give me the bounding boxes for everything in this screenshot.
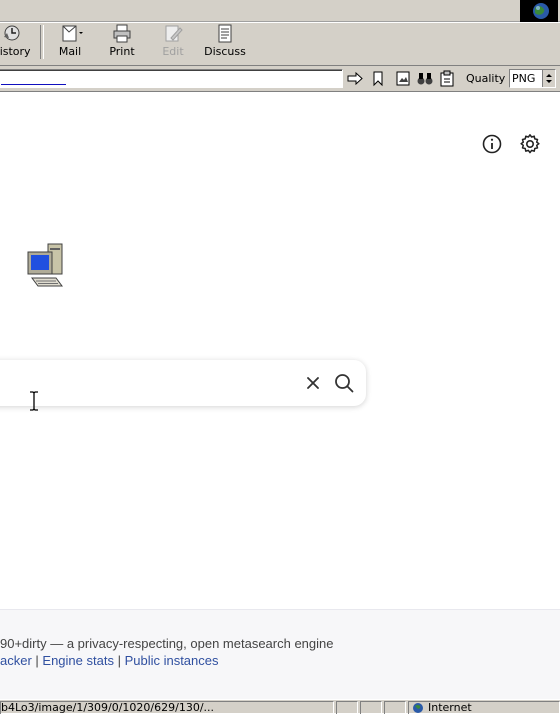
search-box[interactable]	[0, 360, 366, 406]
settings-gear-icon[interactable]	[518, 132, 542, 156]
print-icon	[112, 24, 132, 43]
status-cell	[336, 701, 358, 714]
image-toggle-icon[interactable]	[394, 70, 412, 87]
search-icon[interactable]	[332, 371, 356, 395]
edit-button[interactable]: Edit	[156, 24, 190, 62]
bookmark-icon[interactable]	[369, 70, 387, 87]
internet-globe-icon	[411, 702, 425, 717]
quality-label: Quality	[466, 72, 506, 85]
history-button[interactable]: History	[0, 24, 32, 62]
status-zone: Internet	[408, 701, 560, 714]
footer-link-public-instances[interactable]: Public instances	[125, 653, 219, 668]
quality-value: PNG	[512, 72, 536, 85]
footer-link-engine-stats[interactable]: Engine stats	[42, 653, 114, 668]
footer-links: acker | Engine stats | Public instances	[0, 653, 219, 668]
page-footer: 90+dirty — a privacy-respecting, open me…	[0, 609, 560, 700]
print-button[interactable]: Print	[102, 24, 142, 62]
go-arrow-icon[interactable]	[346, 70, 364, 87]
mail-label: Mail	[58, 45, 82, 58]
status-cell	[384, 701, 406, 714]
status-url: b4Lo3/image/1/309/0/1020/629/130/...	[0, 701, 334, 714]
footer-tagline: 90+dirty — a privacy-respecting, open me…	[0, 636, 334, 651]
print-label: Print	[109, 45, 135, 58]
edit-label: Edit	[162, 45, 184, 58]
url-link-underline	[1, 84, 66, 85]
footer-link-tracker[interactable]: acker	[0, 653, 32, 668]
zone-label: Internet	[428, 701, 472, 714]
discuss-button[interactable]: Discuss	[204, 24, 246, 62]
status-bar: b4Lo3/image/1/309/0/1020/629/130/... Int…	[0, 699, 560, 714]
toolbar-separator	[40, 25, 44, 59]
menu-strip	[0, 0, 560, 23]
address-bar: Quality PNG	[0, 66, 560, 92]
history-icon	[1, 24, 21, 43]
footer-separator: |	[113, 653, 125, 668]
text-cursor-icon	[28, 391, 40, 411]
throbber-globe-icon	[520, 0, 558, 22]
status-cell	[360, 701, 382, 714]
clear-icon[interactable]	[302, 372, 324, 394]
footer-separator: |	[31, 653, 43, 668]
clipboard-icon[interactable]	[438, 70, 456, 87]
history-label: History	[0, 45, 31, 58]
discuss-label: Discuss	[204, 45, 246, 58]
quality-spin-icon[interactable]	[542, 70, 555, 87]
quality-select[interactable]: PNG	[509, 69, 556, 88]
discuss-icon	[215, 24, 235, 43]
computer-logo-icon	[24, 240, 72, 292]
info-icon[interactable]	[480, 132, 504, 156]
browser-toolbar: History Mail Print E	[0, 0, 560, 66]
url-input[interactable]	[0, 69, 343, 88]
edit-icon	[163, 24, 183, 43]
mail-button[interactable]: Mail	[50, 24, 90, 62]
page-content: 90+dirty — a privacy-respecting, open me…	[0, 92, 560, 700]
find-binoculars-icon[interactable]	[416, 70, 434, 87]
mail-icon	[60, 24, 83, 43]
